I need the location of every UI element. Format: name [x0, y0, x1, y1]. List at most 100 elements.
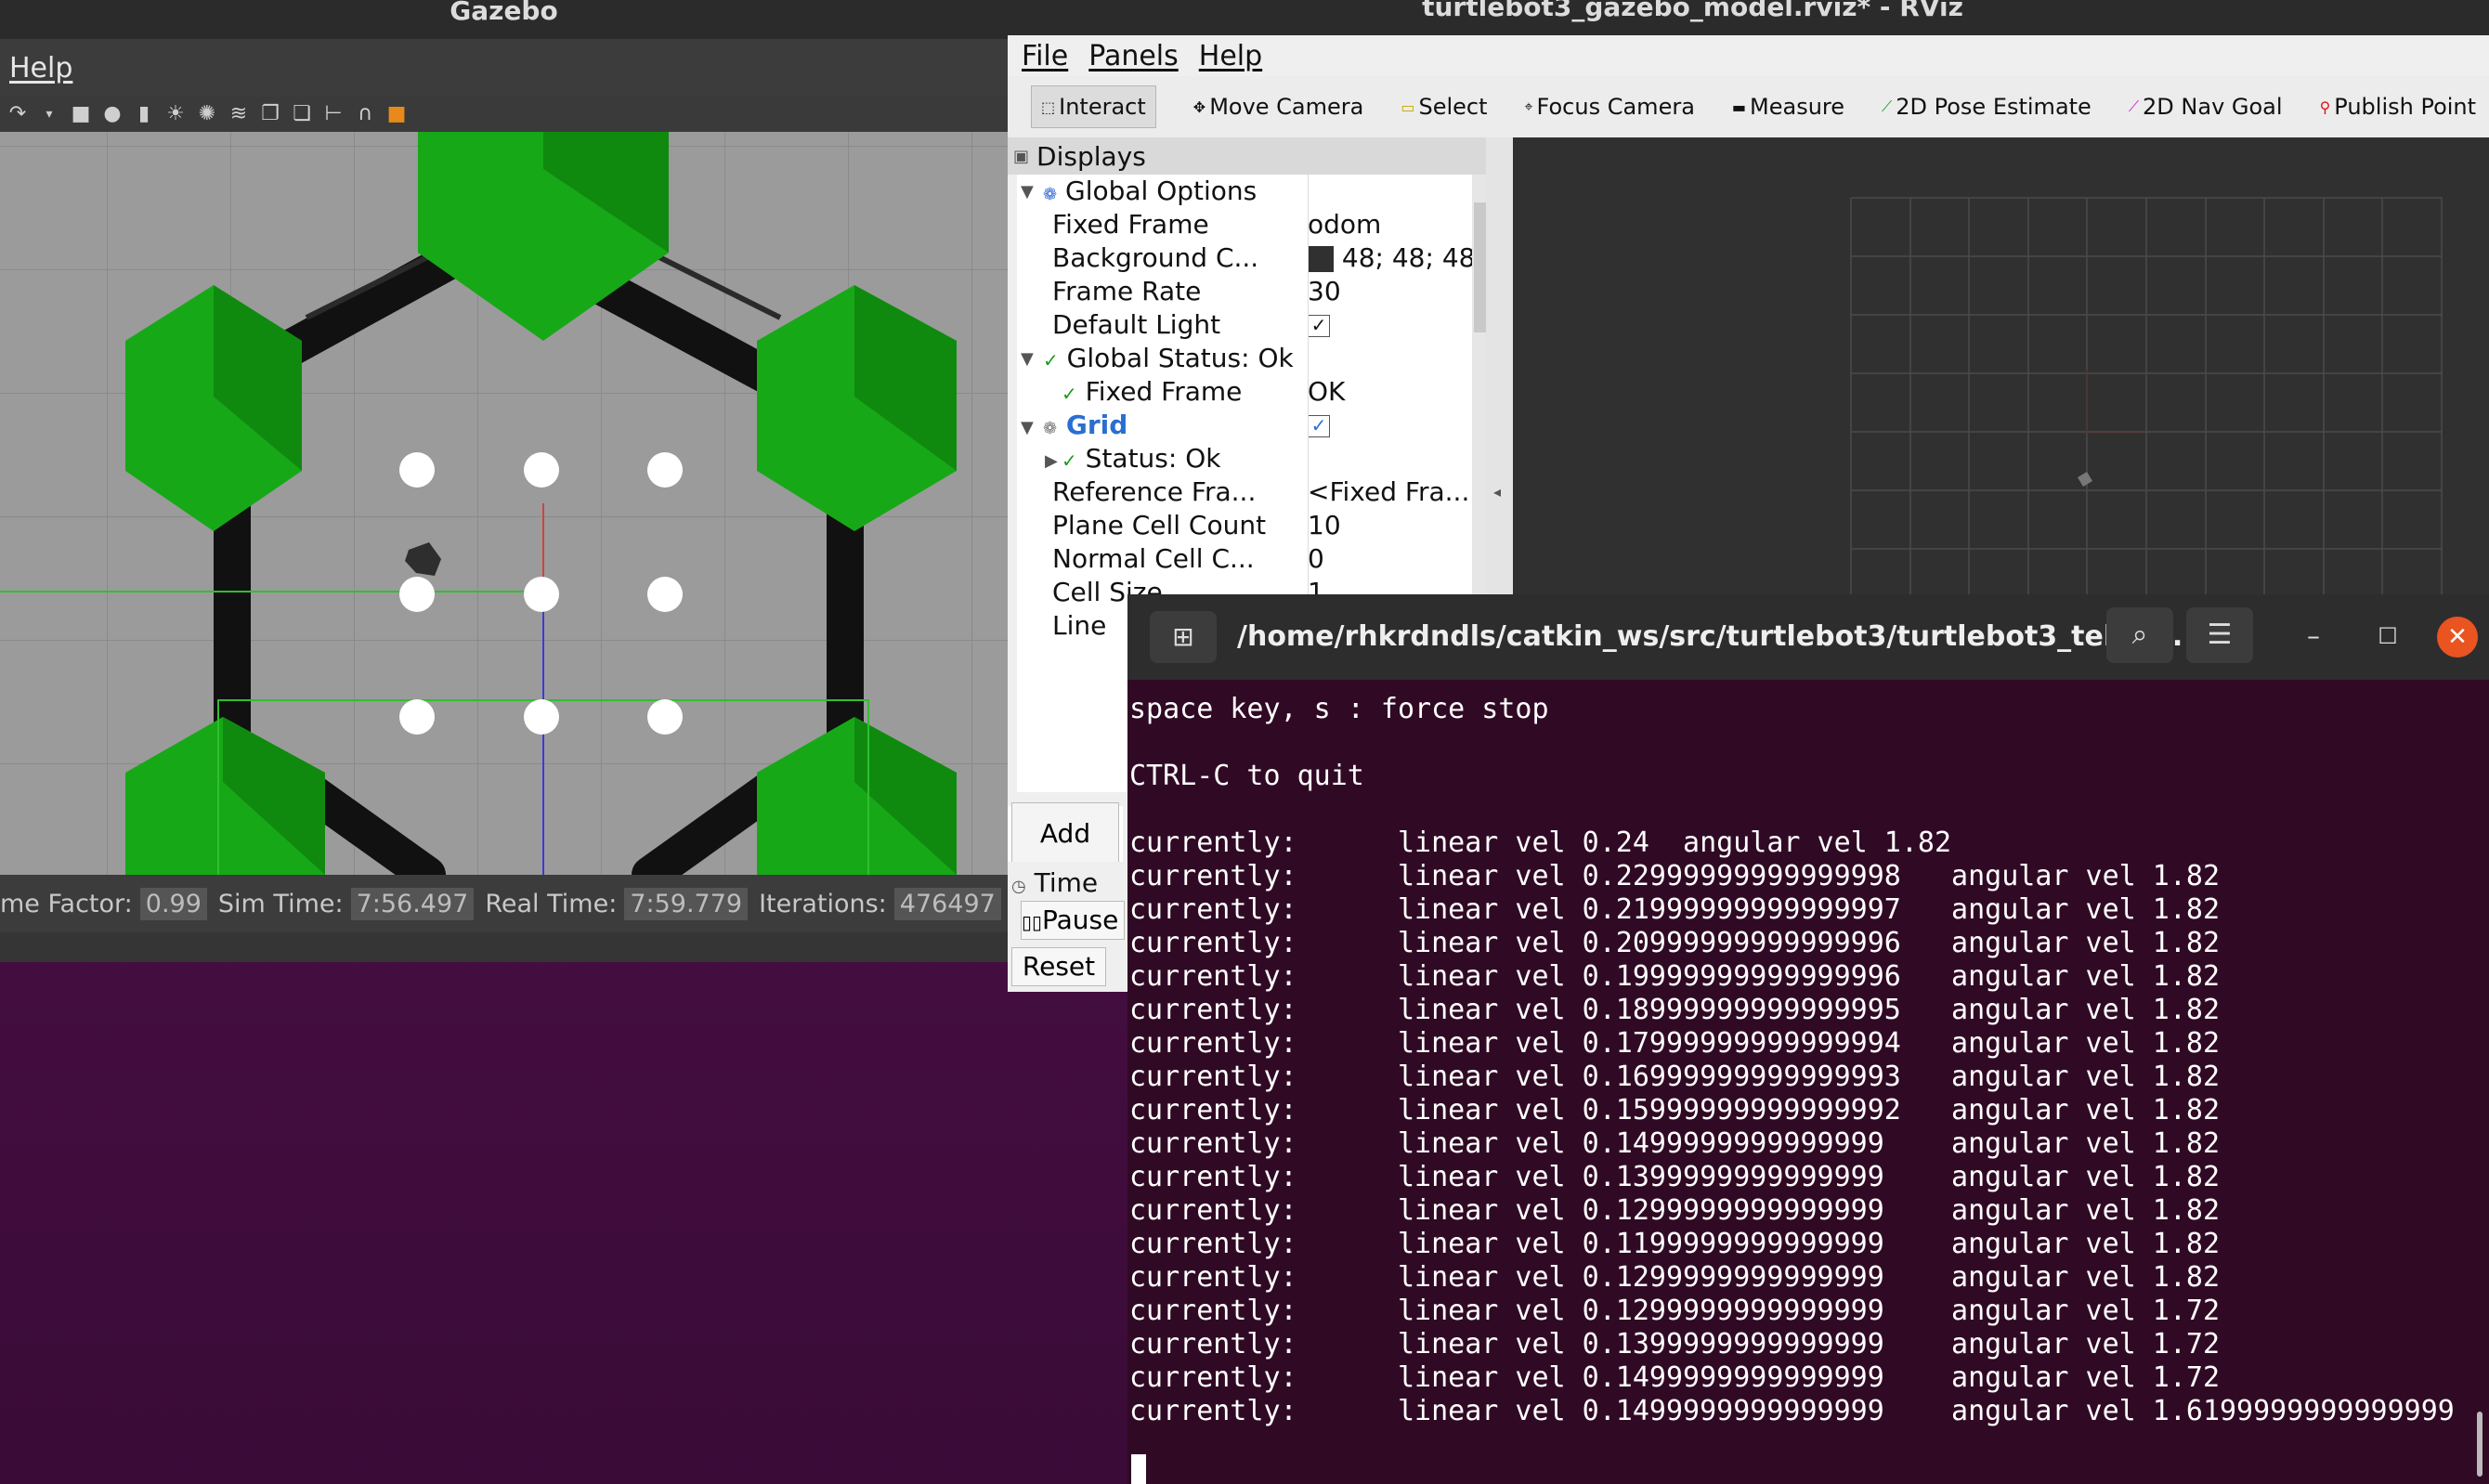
tree-global-status[interactable]: ✓ Global Status: Ok: [1043, 342, 1294, 375]
expand-arrow-icon[interactable]: ▼: [1021, 182, 1034, 202]
close-button[interactable]: ✕: [2437, 617, 2478, 657]
pose-estimate-tool-button[interactable]: ⟋ 2D Pose Estimate: [1882, 94, 2092, 120]
terminal-line: currently: linear vel 0.1799999999999999…: [1129, 1027, 2220, 1060]
rviz-3d-view[interactable]: [1513, 137, 2489, 594]
terminal-line: currently: linear vel 0.1899999999999999…: [1129, 994, 2220, 1026]
redo-icon[interactable]: ↷: [7, 104, 28, 124]
sim-time-label: Sim Time:: [217, 889, 344, 918]
gazebo-title: Gazebo: [450, 0, 558, 26]
terminal-line: currently: linear vel 0.1699999999999999…: [1129, 1061, 2220, 1093]
search-icon: ⌕: [2131, 618, 2148, 651]
plane-cell-count-value[interactable]: 10: [1308, 509, 1341, 542]
rviz-title: turtlebot3_gazebo_model.rviz* - RViz: [1422, 0, 1963, 22]
terminal-line: currently: linear vel 0.2299999999999999…: [1129, 860, 2220, 892]
pause-button[interactable]: ▯▯Pause: [1021, 901, 1125, 940]
robot-marker: [2078, 472, 2092, 487]
search-button[interactable]: ⌕: [2106, 607, 2173, 663]
status-ok-icon: ✓: [1043, 349, 1059, 371]
measure-tool-button[interactable]: ▬ Measure: [1732, 94, 1844, 120]
gazebo-3d-view[interactable]: [0, 132, 1008, 875]
time-title: Time: [1034, 867, 1099, 898]
line-style-label: Line: [1052, 610, 1107, 641]
focus-camera-icon: ⌖: [1524, 98, 1533, 115]
box-shape-icon[interactable]: ■: [71, 104, 91, 124]
terminal-headerbar[interactable]: ⊞ /home/rhkrdndls/catkin_ws/src/turtlebo…: [1127, 594, 2489, 680]
clock-icon: ◷: [1011, 877, 1026, 896]
minimize-button[interactable]: –: [2290, 613, 2337, 659]
align-icon[interactable]: ⊢: [323, 104, 344, 124]
iterations-value: 476497: [893, 887, 1001, 920]
default-light-checkbox[interactable]: ✓: [1308, 308, 1330, 342]
tree-grid[interactable]: ❁ Grid: [1043, 409, 1127, 442]
grid-icon: ❁: [1043, 419, 1058, 438]
background-color-value: 48; 48; 48: [1341, 242, 1476, 273]
status-ok-icon: ✓: [1062, 449, 1077, 472]
move-camera-tool-button[interactable]: ✥ Move Camera: [1193, 94, 1364, 120]
gazebo-titlebar[interactable]: Gazebo: [0, 0, 1008, 39]
color-swatch: [1308, 246, 1334, 272]
focus-camera-tool-button[interactable]: ⌖ Focus Camera: [1525, 94, 1695, 120]
reset-button[interactable]: Reset: [1011, 947, 1106, 986]
normal-cell-value[interactable]: 0: [1308, 542, 1324, 576]
collapse-left-icon[interactable]: ◂: [1493, 483, 1501, 501]
sphere-shape-icon[interactable]: ●: [102, 104, 123, 124]
gazebo-statusbar: me Factor: 0.99 Sim Time: 7:56.497 Real …: [0, 875, 1008, 932]
nav-goal-tool-button[interactable]: ⟋ 2D Nav Goal: [2129, 94, 2283, 120]
ruler-icon: ▬: [1731, 98, 1747, 116]
maximize-button[interactable]: ☐: [2365, 613, 2411, 659]
terminal-output[interactable]: space key, s : force stop CTRL-C to quit c…: [1127, 680, 2489, 1484]
background-color-label: Background C...: [1052, 242, 1259, 273]
select-tool-button[interactable]: ▭ Select: [1401, 94, 1487, 120]
publish-point-label: Publish Point: [2334, 94, 2477, 120]
check-icon: ✓: [1308, 315, 1330, 337]
select-label: Select: [1418, 94, 1488, 120]
gazebo-toolbar: ↷ ▾ ■ ● ▮ ☀ ✺ ≋ ❐ ❏ ⊢ ∩ ■: [0, 97, 1008, 132]
paste-icon[interactable]: ❏: [292, 104, 312, 124]
frame-rate-value[interactable]: 30: [1308, 275, 1341, 308]
rviz-menu-file[interactable]: File: [1022, 40, 1068, 72]
pause-icon: ▯▯: [1022, 911, 1043, 933]
copy-icon[interactable]: ❐: [260, 104, 280, 124]
grid-enabled-checkbox[interactable]: ✓: [1308, 409, 1330, 442]
terminal-line: currently: linear vel 0.1999999999999999…: [1129, 960, 2220, 993]
gs-fixed-frame-value: OK: [1308, 376, 1346, 407]
grid-status-label: Status: Ok: [1085, 443, 1221, 474]
screenshot-icon[interactable]: ■: [386, 104, 407, 124]
reference-frame-value[interactable]: <Fixed Fra...: [1308, 475, 1469, 509]
new-tab-button[interactable]: ⊞: [1150, 611, 1217, 663]
pause-label: Pause: [1042, 905, 1119, 935]
directional-light-icon[interactable]: ≋: [228, 104, 249, 124]
collapse-arrow-icon[interactable]: ▶: [1045, 451, 1058, 471]
tree-global-options[interactable]: ❁ Global Options: [1043, 175, 1257, 208]
cylinder-shape-icon[interactable]: ▮: [134, 104, 154, 124]
point-light-icon[interactable]: ☀: [165, 104, 186, 124]
publish-point-tool-button[interactable]: ⚲ Publish Point: [2320, 94, 2476, 120]
terminal-line: currently: linear vel 0.1299999999999999…: [1129, 1295, 2220, 1327]
spot-light-icon[interactable]: ✺: [197, 104, 217, 124]
terminal-line: currently: linear vel 0.1599999999999999…: [1129, 1094, 2220, 1126]
terminal-scrollbar[interactable]: [2477, 1412, 2482, 1477]
rviz-toolbar: ⬚ Interact ✥ Move Camera ▭ Select ⌖ Focus Ca…: [1008, 76, 2489, 138]
real-time-label: Real Time:: [485, 889, 618, 918]
expand-arrow-icon[interactable]: ▼: [1021, 418, 1034, 437]
cursor-icon: ⬚: [1041, 98, 1056, 116]
grid-status-row[interactable]: ✓ Status: Ok: [1062, 442, 1220, 475]
rviz-menu-help[interactable]: Help: [1199, 40, 1262, 72]
terminal-line: currently: linear vel 0.1399999999999999…: [1129, 1328, 2220, 1360]
snap-icon[interactable]: ∩: [355, 104, 375, 124]
panel-splitter[interactable]: ◂: [1486, 137, 1513, 594]
select-icon: ▭: [1401, 98, 1415, 116]
fixed-frame-value[interactable]: odom: [1308, 208, 1381, 241]
rtf-value: 0.99: [139, 887, 207, 920]
normal-cell-label: Normal Cell C...: [1052, 543, 1255, 574]
rviz-titlebar[interactable]: turtlebot3_gazebo_model.rviz* - RViz: [1008, 0, 2489, 35]
add-display-button[interactable]: Add: [1011, 802, 1119, 864]
rviz-menu-panels[interactable]: Panels: [1088, 40, 1179, 72]
menu-button[interactable]: ☰: [2186, 607, 2253, 663]
background-color-field[interactable]: 48; 48; 48: [1308, 241, 1475, 275]
interact-tool-button[interactable]: ⬚ Interact: [1031, 85, 1156, 128]
monitor-icon: ▣: [1013, 146, 1030, 166]
dropdown-icon[interactable]: ▾: [39, 104, 59, 124]
gazebo-menu-help[interactable]: Help: [9, 52, 72, 85]
expand-arrow-icon[interactable]: ▼: [1021, 349, 1034, 369]
